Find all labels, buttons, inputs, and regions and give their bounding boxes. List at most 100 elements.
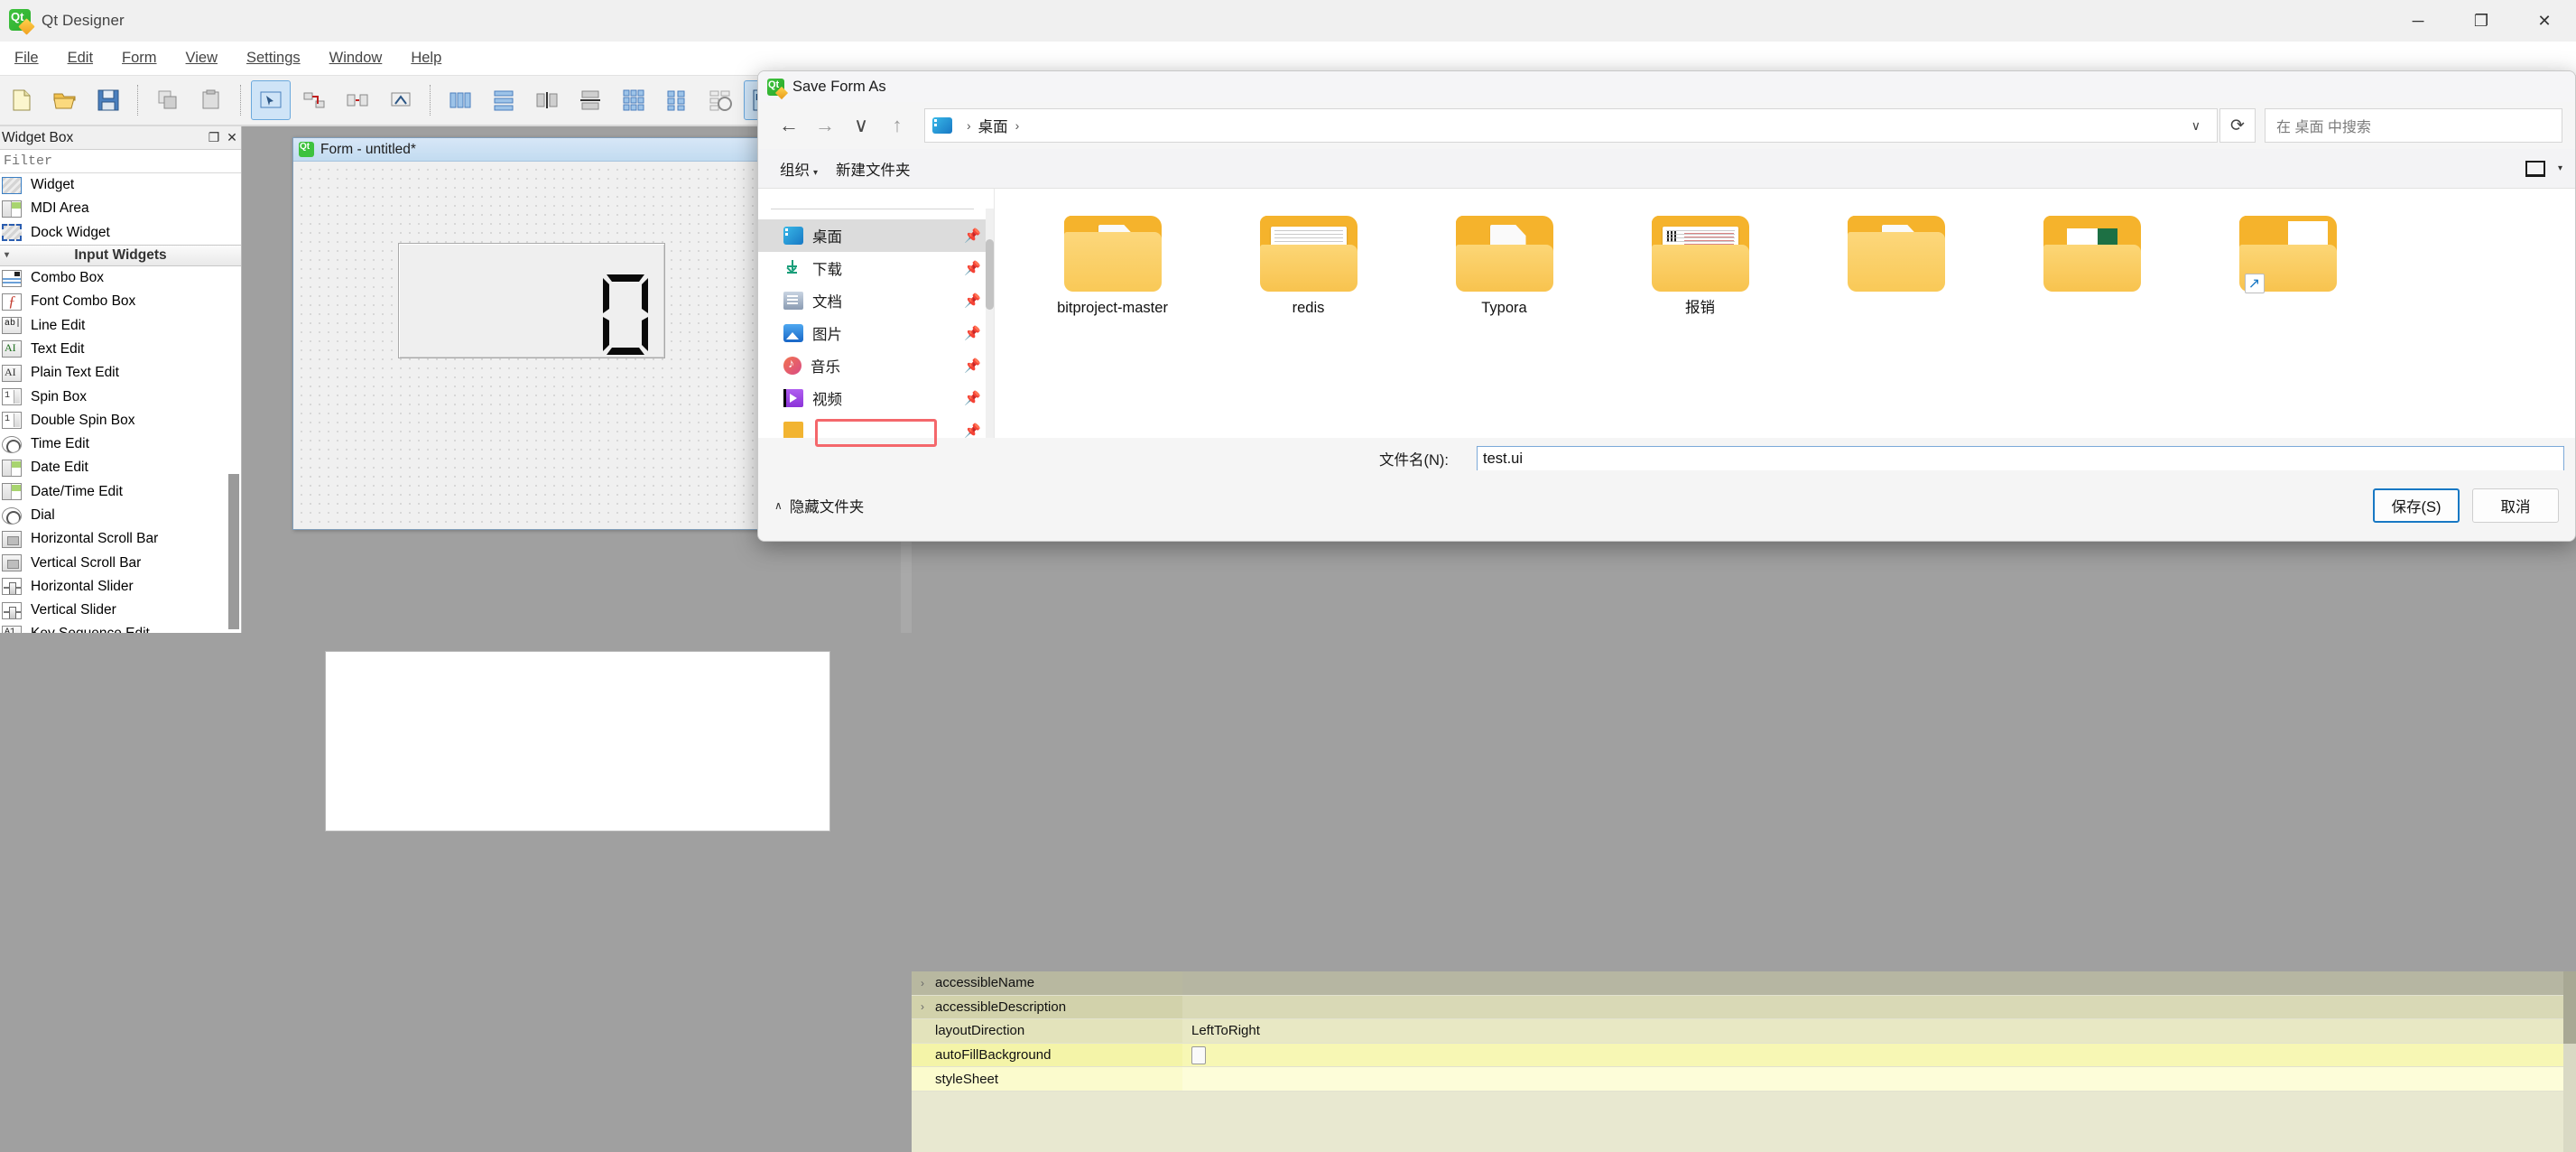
new-folder-button[interactable]: 新建文件夹	[827, 154, 920, 183]
widget-item-combo-box[interactable]: Combo Box	[0, 266, 241, 290]
layout-in-splitter-vertical-icon[interactable]	[571, 81, 609, 119]
recent-locations-button[interactable]: ∨	[843, 107, 879, 144]
menu-settings[interactable]: Settings	[232, 47, 315, 70]
file-item[interactable]: 报销	[1602, 201, 1798, 334]
property-value-cell[interactable]	[1182, 995, 2576, 1019]
sidebar-item-downloads[interactable]: 下载 📌	[758, 252, 994, 284]
pin-icon[interactable]: 📌	[964, 390, 981, 406]
menu-window[interactable]: Window	[315, 47, 397, 70]
widget-item-horizontal-slider[interactable]: Horizontal Slider	[0, 575, 241, 599]
widget-category-input-widgets[interactable]: ▾ Input Widgets	[0, 244, 241, 266]
chevron-down-icon[interactable]: ∨	[2182, 118, 2210, 134]
breadcrumb-segment-desktop[interactable]: 桌面	[978, 115, 1008, 136]
sidebar-item-pictures[interactable]: 图片 📌	[758, 317, 994, 349]
scrollbar-thumb[interactable]	[228, 474, 239, 629]
autofill-background-checkbox[interactable]	[1191, 1045, 1206, 1064]
property-row[interactable]: › accessibleName	[912, 971, 2576, 996]
widget-item-widget[interactable]: Widget	[0, 173, 241, 197]
up-button[interactable]: ↑	[879, 107, 915, 144]
layout-in-splitter-horizontal-icon[interactable]	[528, 81, 566, 119]
pin-icon[interactable]: 📌	[964, 325, 981, 341]
widget-item-mdi-area[interactable]: MDI Area	[0, 197, 241, 220]
chevron-right-icon[interactable]: ›	[921, 1000, 935, 1013]
cancel-button[interactable]: 取消	[2472, 488, 2559, 523]
edit-signals-slots-icon[interactable]	[295, 81, 333, 119]
file-item[interactable]	[1798, 201, 1994, 334]
widget-item-date-edit[interactable]: Date Edit	[0, 456, 241, 479]
widget-box-scrollbar[interactable]	[228, 474, 239, 629]
property-value-cell[interactable]	[1182, 971, 2576, 995]
break-layout-icon[interactable]	[701, 81, 739, 119]
layout-vertically-icon[interactable]	[485, 81, 523, 119]
widget-item-dock-widget[interactable]: Dock Widget	[0, 221, 241, 245]
property-row[interactable]: autoFillBackground	[912, 1043, 2576, 1068]
filename-input[interactable]: test.ui	[1477, 446, 2564, 471]
pin-icon[interactable]: 📌	[964, 260, 981, 276]
property-row[interactable]: layoutDirection LeftToRight	[912, 1019, 2576, 1044]
menu-form[interactable]: Form	[107, 47, 171, 70]
sidebar-item-videos[interactable]: 视频 📌	[758, 382, 994, 414]
scrollbar-thumb[interactable]	[986, 239, 994, 310]
file-item[interactable]: ↗	[2190, 201, 2386, 334]
forward-button[interactable]: →	[807, 107, 843, 144]
hide-folders-button[interactable]: ∧ 隐藏文件夹	[774, 495, 864, 516]
widget-item-vertical-slider[interactable]: Vertical Slider	[0, 599, 241, 622]
address-bar[interactable]: › 桌面 › ∨	[924, 108, 2218, 143]
widget-item-key-sequence-edit[interactable]: Key Sequence Edit	[0, 622, 241, 633]
save-button[interactable]: 保存(S)	[2373, 488, 2460, 523]
property-value-cell[interactable]	[1182, 1043, 2576, 1067]
pin-icon[interactable]: 📌	[964, 293, 981, 309]
new-form-icon[interactable]	[3, 81, 41, 119]
filter-input[interactable]	[2, 153, 241, 170]
widget-item-line-edit[interactable]: Line Edit	[0, 313, 241, 337]
back-button[interactable]: ←	[771, 107, 807, 144]
minimize-button[interactable]: ─	[2386, 0, 2450, 42]
menu-view[interactable]: View	[171, 47, 232, 70]
widget-item-double-spin-box[interactable]: Double Spin Box	[0, 409, 241, 432]
close-button[interactable]: ✕	[2513, 0, 2576, 42]
widget-item-text-edit[interactable]: Text Edit	[0, 338, 241, 361]
sidebar-item-folder[interactable]: 📌	[758, 414, 994, 438]
search-input[interactable]: 在 桌面 中搜索	[2265, 108, 2562, 143]
open-form-icon[interactable]	[46, 81, 84, 119]
view-layout-icon[interactable]	[2525, 160, 2545, 177]
chevron-right-icon[interactable]: ›	[921, 977, 935, 989]
widget-box-close-button[interactable]: ✕	[223, 129, 241, 147]
save-form-icon[interactable]	[89, 81, 127, 119]
menu-file[interactable]: File	[0, 47, 53, 70]
lcd-number-widget[interactable]	[398, 243, 665, 358]
property-value-cell[interactable]	[1182, 1067, 2576, 1091]
pin-icon[interactable]: 📌	[964, 358, 981, 374]
file-item[interactable]: Typora	[1406, 201, 1602, 334]
layout-in-form-icon[interactable]	[658, 81, 696, 119]
maximize-button[interactable]: ❐	[2450, 0, 2513, 42]
menu-help[interactable]: Help	[396, 47, 456, 70]
pin-icon[interactable]: 📌	[964, 228, 981, 244]
edit-tab-order-icon[interactable]	[382, 81, 420, 119]
edit-widgets-icon[interactable]	[251, 80, 291, 120]
widget-item-time-edit[interactable]: Time Edit	[0, 432, 241, 456]
file-grid-scrollbar[interactable]	[2566, 189, 2575, 438]
pin-icon[interactable]: 📌	[964, 423, 981, 438]
sidebar-item-music[interactable]: 音乐 📌	[758, 349, 994, 382]
property-row[interactable]: styleSheet	[912, 1067, 2576, 1092]
widget-item-spin-box[interactable]: Spin Box	[0, 385, 241, 408]
paste-icon[interactable]	[192, 81, 230, 119]
widget-item-date-time-edit[interactable]: Date/Time Edit	[0, 480, 241, 504]
menu-edit[interactable]: Edit	[53, 47, 107, 70]
file-item[interactable]: redis	[1210, 201, 1406, 334]
file-item[interactable]: bitproject-master	[1015, 201, 1210, 334]
organize-button[interactable]: 组织 ▾	[771, 154, 827, 183]
file-item[interactable]	[1994, 201, 2190, 334]
widget-item-font-combo-box[interactable]: Font Combo Box	[0, 290, 241, 313]
refresh-button[interactable]: ⟳	[2219, 108, 2256, 143]
widget-item-vertical-scroll-bar[interactable]: Vertical Scroll Bar	[0, 551, 241, 574]
widget-item-plain-text-edit[interactable]: Plain Text Edit	[0, 361, 241, 385]
layout-in-grid-icon[interactable]	[615, 81, 653, 119]
widget-box-float-button[interactable]: ❐	[205, 129, 223, 147]
edit-buddies-icon[interactable]	[338, 81, 376, 119]
widget-item-dial[interactable]: Dial	[0, 504, 241, 527]
sidebar-scrollbar[interactable]	[986, 209, 994, 438]
chevron-down-icon[interactable]: ▾	[2558, 163, 2562, 173]
property-row[interactable]: › accessibleDescription	[912, 995, 2576, 1020]
